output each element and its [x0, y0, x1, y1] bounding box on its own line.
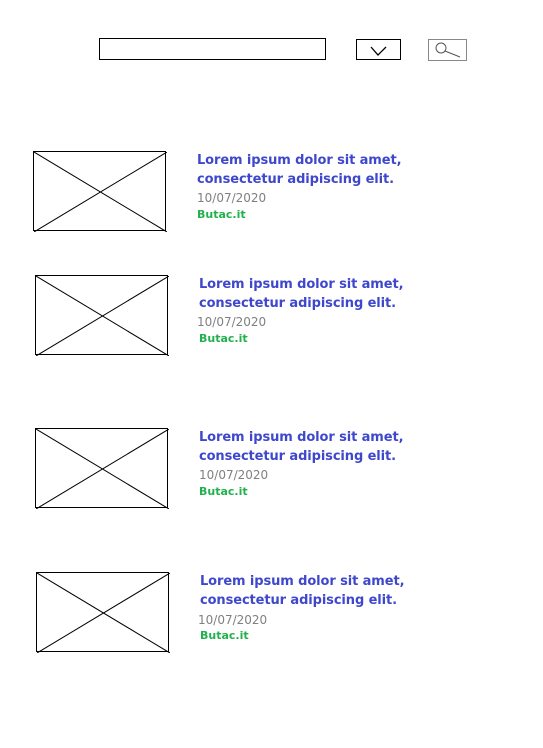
image-placeholder-icon: [37, 573, 170, 653]
result-thumbnail[interactable]: [33, 151, 167, 232]
image-placeholder-icon: [36, 429, 169, 509]
result-title-1[interactable]: Lorem ipsum dolor sit amet, consectetur …: [197, 151, 487, 189]
result-thumbnail[interactable]: [36, 572, 170, 653]
image-placeholder-icon: [34, 152, 167, 232]
result-source-4[interactable]: Butac.it: [200, 629, 249, 643]
chevron-down-icon: [370, 46, 387, 56]
result-date-1: 10/07/2020: [197, 191, 267, 205]
result-source-3[interactable]: Butac.it: [199, 485, 248, 499]
result-title-2[interactable]: Lorem ipsum dolor sit amet, consectetur …: [199, 275, 489, 313]
result-date-2: 10/07/2020: [197, 315, 267, 329]
result-date-4: 10/07/2020: [198, 613, 268, 627]
result-thumbnail[interactable]: [35, 428, 169, 509]
result-thumbnail[interactable]: [35, 275, 169, 356]
result-title-3[interactable]: Lorem ipsum dolor sit amet, consectetur …: [199, 428, 489, 466]
image-placeholder-icon: [36, 276, 169, 356]
search-input[interactable]: [99, 38, 326, 60]
result-date-3: 10/07/2020: [199, 468, 269, 482]
search-button[interactable]: [428, 39, 467, 61]
result-source-1[interactable]: Butac.it: [197, 208, 246, 222]
result-title-4[interactable]: Lorem ipsum dolor sit amet, consectetur …: [200, 572, 490, 610]
filter-dropdown[interactable]: [356, 39, 401, 60]
result-source-2[interactable]: Butac.it: [199, 332, 248, 346]
magnifier-icon: [435, 42, 461, 58]
